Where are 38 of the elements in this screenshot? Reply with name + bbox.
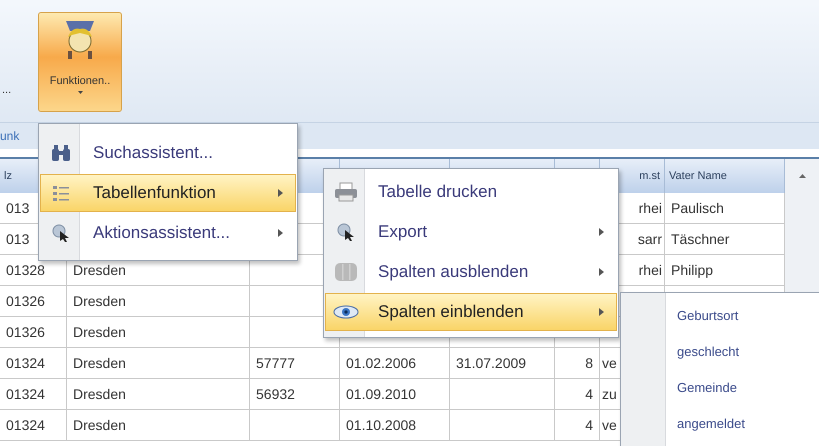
table-cell: Dresden [67,286,250,317]
table-cell: 01326 [0,317,67,348]
table-cell: 01.10.2008 [340,410,450,441]
list-icon [52,184,70,202]
menu-item[interactable]: Spalten einblenden [325,293,617,331]
printer-icon [334,182,358,202]
menu-item[interactable]: Gemeinde [677,380,737,394]
table-cell: 4 [555,410,600,441]
table-cell: 31.07.2009 [450,348,555,379]
table-cell: 01324 [0,379,67,410]
eye-icon [333,304,359,320]
ribbon-label: ... [1,84,12,96]
magnifier-cursor-icon [336,222,356,242]
magnifier-cursor-icon [51,223,71,243]
group-label: unk [0,129,20,143]
table-cell: 4 [555,379,600,410]
scroll-up-icon[interactable] [798,174,806,178]
menu-item[interactable]: Tabellenfunktion [40,174,296,212]
table-cell: Dresden [67,348,250,379]
caret-icon [78,91,82,94]
functions-button[interactable]: Funktionen.. [38,12,122,112]
menu-item[interactable]: Geburtsort [677,308,738,322]
table-cell: 01.02.2006 [340,348,450,379]
menu-item[interactable]: angemeldet [677,416,745,430]
table-cell: 57777 [250,348,340,379]
table-cell: Dresden [67,410,250,441]
binoculars-icon [51,144,71,162]
table-cell: 01326 [0,286,67,317]
table-cell: 01324 [0,348,67,379]
figure-icon [66,21,94,59]
table-cell: 8 [555,348,600,379]
table-cell: Dresden [67,317,250,348]
menu-item[interactable]: geschlecht [677,344,740,358]
table-cell: 01324 [0,410,67,441]
table-cell: 56932 [250,379,340,410]
columns-icon [334,262,358,282]
table-cell: 01.09.2010 [340,379,450,410]
table-cell: Dresden [67,379,250,410]
